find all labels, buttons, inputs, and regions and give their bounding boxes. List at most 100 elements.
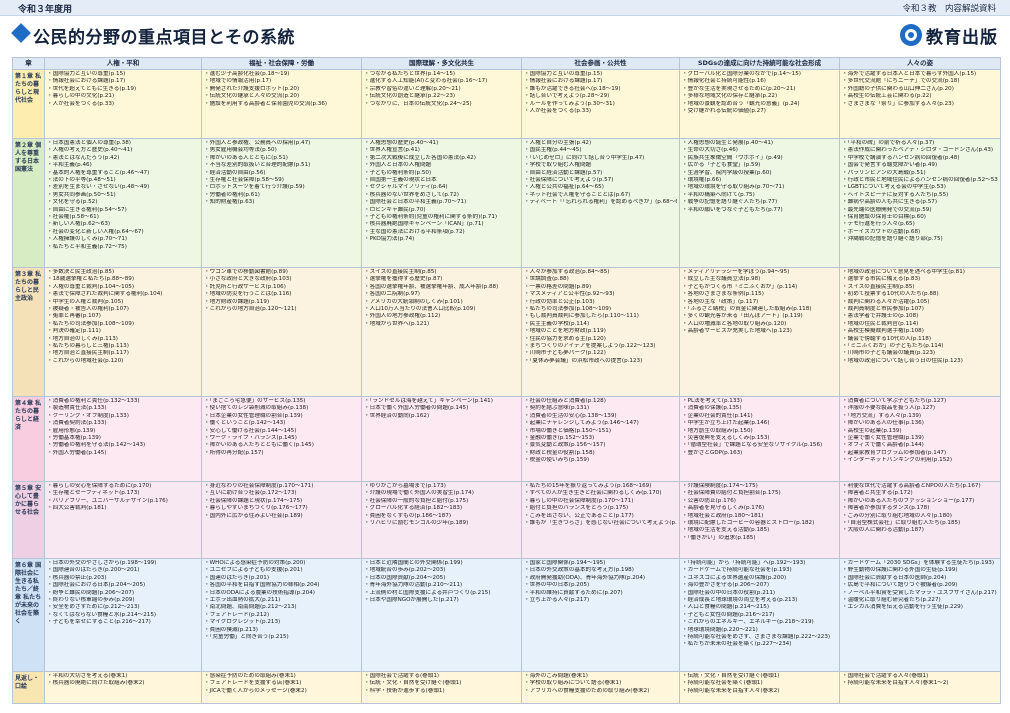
- list-item: 判決の確定(p.111): [47, 328, 199, 335]
- list-item: 日本の外交のやさしさから(p.198〜199): [47, 560, 199, 567]
- list-item: さまざまな「祭り」に参加する人々(p.23): [842, 101, 998, 108]
- item-list: 国家と国際関係(p.194〜195)日本の外交政策の基本的な考え方(p.198)…: [524, 560, 677, 604]
- table-cell: ゆりかごから墓場まで(p.173)介護の現場で働く外国人の実習生(p.174)社…: [361, 481, 522, 559]
- list-item: 「平和の碑」の前で祈る人々(p.37): [842, 140, 998, 147]
- list-item: 「ふるさと納税」の資金に関連した取組み(p.118): [682, 306, 837, 313]
- item-list: 日本の外交のやさしさから(p.198〜199)国際連合のはたらき(p.200〜2…: [47, 560, 199, 627]
- item-list: 「平和の碑」の前で祈る人々(p.37)憲法作成に関わったベアテ・シロタ・ゴードン…: [842, 140, 998, 244]
- list-item: 多様な地域文化の保存と継承(p.22): [682, 93, 837, 100]
- list-item: 地域での情報活用(p.17): [204, 78, 359, 85]
- list-item: 沖縄戦の記憶を語り継ぐ語り部(p.75): [842, 236, 998, 243]
- list-item: カードゲームで持続可能な社会を(p.193): [682, 567, 837, 574]
- list-item: 南北問題、南南問題(p.212〜213): [204, 604, 359, 611]
- item-list: カードゲーム「2030 SDGs」を体験する生徒たち(p.193)野生動物の保護…: [842, 560, 998, 612]
- list-item: 18歳選挙権と私たち(p.88〜89): [47, 276, 199, 283]
- item-list: 「まごころ宅急便」のサービス(p.135)使い捨てのレジ袋削減の取組み(p.13…: [204, 398, 359, 457]
- list-item: エボラ出血熱の拡大(p.211): [204, 597, 359, 604]
- table-cell: グローバル化と国際分業のなかで(p.14〜15)情報化社会と持続可能性(p.16…: [679, 69, 840, 139]
- list-item: 平和の構築へ向けて(p.75): [682, 192, 837, 199]
- list-item: 話し合いで考えよう(p.28〜29): [524, 93, 677, 100]
- list-item: 新しい人権(p.62〜63): [47, 221, 199, 228]
- list-item: 初めて投票する10代の人たち(p.88): [842, 291, 998, 298]
- item-list: 日本と近隣国間との外交関係(p.199)地域統合の歩み(p.202〜203)日本…: [364, 560, 519, 604]
- list-item: 人が社会をつくる(p.33): [47, 101, 199, 108]
- list-item: 国際社会で活躍する(巻頭1): [364, 673, 519, 680]
- list-item: 障がいのある人とともに(p.51): [204, 155, 359, 162]
- list-item: 人権擁護のしくみ(p.70〜71): [47, 236, 199, 243]
- list-item: 高齢者を見守るしくみ(p.176): [682, 505, 837, 512]
- table-row: 見返し・口絵平和の大切さを考える(巻末1)核兵器の廃絶に向けた取組み(巻末2) 感…: [12, 671, 1001, 704]
- list-item: 憲法学者で弁護士の(p.108): [842, 313, 998, 320]
- list-item: 海の豊かさを守る(p.206〜207): [682, 582, 837, 589]
- list-item: マスメディアと公平性(p.92〜93): [524, 291, 677, 298]
- list-item: アフリカへの食糧支援のための取り組み(巻末2): [524, 688, 677, 695]
- list-item: アメリカの大統領制のしくみ(p.101): [364, 299, 519, 306]
- page-title: 公民的分野の重点項目とその系統: [33, 28, 295, 48]
- list-item: 国連のはたらき(p.201): [204, 575, 359, 582]
- list-item: 国会で発言する聴覚障がい者(p.49): [842, 162, 998, 169]
- list-item: 自由に生きる権利(p.54〜57): [47, 207, 199, 214]
- table-cell: 国際協力と互いの尊重(p.15)情報社会における課題(p.17)誰もが活躍できる…: [521, 69, 680, 139]
- list-item: 情報化社会と持続可能性(p.16): [682, 78, 837, 85]
- list-item: 裁判員制度と市民参加(p.107): [842, 306, 998, 313]
- list-item: ごみを出さない、公正であること(p.177): [524, 513, 677, 520]
- list-item: 国際協力と互いの尊重(p.15): [524, 71, 677, 78]
- list-item: 持続可能な社会をめざす、さまざまな課題(p.222〜223): [682, 634, 837, 641]
- list-item: 議会で傍聴する10代の人(p.118): [842, 336, 998, 343]
- list-item: 金融の働き(p.152〜153): [524, 435, 677, 442]
- list-item: 起業家教育プログラムの参加者(p.147): [842, 450, 998, 457]
- list-item: 消費者の権利と責任(p.132〜133): [47, 398, 199, 405]
- item-list: メディアリテラシーを学ぼう(p.94〜95)成立した主な議員立法(p.98)子ど…: [682, 269, 837, 336]
- list-item: 経済活動の自由(p.56): [204, 170, 359, 177]
- list-item: 消費者の生活の安心(p.138〜139): [524, 413, 677, 420]
- list-item: 終わりない核軍縮の歩み(p.209): [47, 597, 199, 604]
- list-item: 世代を超えてともに生きる(p.19): [47, 86, 199, 93]
- item-list: 人権思想の誕生と発展(p.40〜41)生命の大切さ(p.46)民族共生象徴空間「…: [682, 140, 837, 214]
- list-item: 地域の環境を守る取り組み(p.70〜71): [682, 184, 837, 191]
- list-item: 日本や国際NGOが展開した(p.217): [364, 597, 519, 604]
- list-item: 人権思想の歴史(p.40〜41): [364, 140, 519, 147]
- table-cell: 私たちの15年を振り返ってみよう(p.168〜169)すべての人が生き生きと社会…: [521, 481, 680, 559]
- list-item: 基本的人権を尊重すること(p.46〜47): [47, 170, 199, 177]
- table-cell: WHOによる感染症予防の対策(p.200)ユニセフによる子どもの支援(p.201…: [201, 558, 362, 672]
- list-item: 紛争と難民の問題(p.206〜207): [47, 590, 199, 597]
- list-item: カードゲーム「2030 SDGs」を体験する生徒たち(p.193): [842, 560, 998, 567]
- list-item: 社会の変化と新しい人権(p.64〜67): [47, 229, 199, 236]
- list-item: 世論調査(p.88): [524, 276, 677, 283]
- list-item: 多世代交流館「にちニーナ」での交流(p.18): [842, 78, 998, 85]
- table-cell: スイスの直接民主制(p.85)選挙権を獲得する歴史(p.87)各国の選挙権年齢、…: [361, 267, 522, 397]
- item-list: つながる私たちと世界(p.14〜15)進化する人工知能(AI)と変わる社会(p.…: [364, 71, 519, 108]
- list-item: 核兵器廃絶国際キャンペーン「ICAN」(p.71): [364, 221, 519, 228]
- list-item: グローバル化する経済(p.182〜183): [364, 505, 519, 512]
- list-item: なくてはならない食糧と水(p.214〜215): [47, 612, 199, 619]
- list-item: 企業の社会的責任(p.141): [682, 413, 837, 420]
- list-item: 誰もが活躍できる社会へ(p.18〜19): [524, 86, 677, 93]
- list-item: 憲法作成に関わったベアテ・シロタ・ゴードンさん(p.43): [842, 147, 998, 154]
- table-cell: 進む少子高齢化社会(p.18〜19)地域での情報活用(p.17)開発された介護支…: [201, 69, 362, 139]
- table-cell: 「まごころ宅急便」のサービス(p.135)使い捨てのレジ袋削減の取組み(p.13…: [201, 396, 362, 482]
- table-cell: 人権思想の誕生と発展(p.40〜41)生命の大切さ(p.46)民族共生象徴空間「…: [679, 138, 840, 268]
- list-item: 子どもを幸せにすること(p.216〜217): [47, 619, 199, 626]
- item-list: 人権思想の歴史(p.40〜41)世界人権宣言(p.41)第二次大戦後に成立した各…: [364, 140, 519, 244]
- list-item: ごみの分別に取り組む地域の人々(p.180): [842, 513, 998, 520]
- list-item: 世界人権宣言(p.41): [364, 147, 519, 154]
- list-item: 施設を利用する高齢者と保育園児の交流(p.36): [204, 101, 359, 108]
- list-item: 私たちの司法参加(p.108〜109): [47, 321, 199, 328]
- list-item: PL法を考えて(p.133): [682, 398, 837, 405]
- list-item: 身近なわりの社会保障制度(p.170〜171): [204, 483, 359, 490]
- list-item: 広島で平和について語りつぐ被爆者(p.209): [842, 582, 998, 589]
- item-list: 日本国憲法と個人の尊重(p.38)人権の考え方と歴史(p.40〜41)憲法とはな…: [47, 140, 199, 251]
- list-item: 環境権(p.66): [682, 177, 837, 184]
- list-item: 暮らしの中の文化(p.21): [47, 93, 199, 100]
- item-list: 「持続可能」から「持続可能」へ(p.192〜193)カードゲームで持続可能な社会…: [682, 560, 837, 649]
- list-item: 給付と負担のバランスをとろう(p.175): [524, 505, 677, 512]
- list-item: 「自治型株式会社」に取り組む人たち(p.185): [842, 520, 998, 527]
- list-item: 多数決と民主政治(p.85): [47, 269, 199, 276]
- column-header: 人々の姿: [839, 57, 1001, 70]
- list-item: 暮らしの中の社会保障制度(p.170〜171): [524, 498, 677, 505]
- list-item: 地域の防災を行うことは(p.116): [204, 291, 359, 298]
- list-item: 人権と公共の福祉(p.64〜65): [524, 184, 677, 191]
- item-list: 身近なわりの社会保障制度(p.170〜171)互いに助け合う社会(p.172〜1…: [204, 483, 359, 520]
- list-item: 介護の現場で働く外国人の実習生(p.174): [364, 490, 519, 497]
- list-item: 「地方交流」する人々(p.139): [842, 413, 998, 420]
